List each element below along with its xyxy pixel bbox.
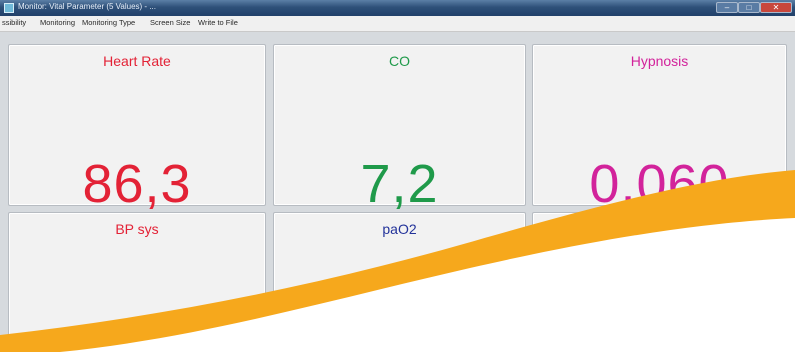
decorative-wave-overlay: [0, 170, 795, 352]
